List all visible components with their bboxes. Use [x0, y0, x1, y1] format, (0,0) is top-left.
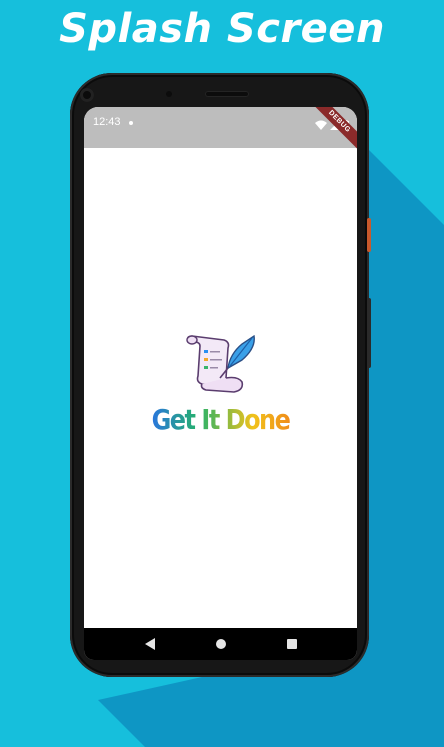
notification-dot	[129, 121, 133, 125]
proximity-sensor	[166, 91, 172, 97]
home-circle-icon[interactable]	[211, 634, 231, 654]
app-name: Get It Done	[84, 404, 357, 436]
earpiece-speaker	[205, 91, 249, 97]
splash-content: Get It Done	[84, 148, 357, 628]
front-camera	[80, 88, 94, 102]
scroll-and-quill-icon	[186, 334, 255, 393]
status-time: 12:43	[93, 116, 121, 128]
status-bar: 12:43 DEBUG	[84, 107, 357, 159]
volume-button	[367, 298, 371, 368]
back-triangle-icon[interactable]	[140, 634, 160, 654]
wifi-icon	[315, 117, 327, 135]
power-button	[367, 218, 371, 252]
page-headline: Splash Screen	[59, 6, 385, 52]
navigation-bar	[84, 628, 357, 660]
phone-screen: 12:43 DEBUG Get It Done	[84, 107, 357, 660]
recents-square-icon[interactable]	[282, 634, 302, 654]
